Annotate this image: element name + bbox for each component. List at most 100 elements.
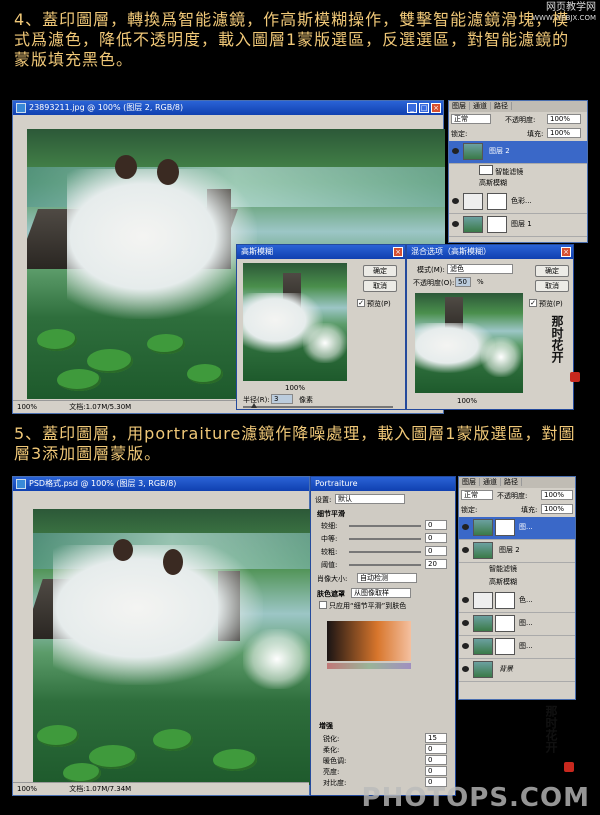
blend-mode-select[interactable]: 正常 bbox=[461, 490, 493, 500]
document-titlebar[interactable]: PSD格式.psd @ 100% (图层 3, RGB/8) bbox=[13, 477, 309, 491]
visibility-eye-icon[interactable] bbox=[452, 221, 459, 227]
layers-panel-tabs[interactable]: 图层 通道 路径 bbox=[459, 477, 575, 488]
portrait-size-select[interactable]: 自动检测 bbox=[357, 573, 417, 583]
ok-button[interactable]: 确定 bbox=[363, 265, 397, 277]
radius-unit: 像素 bbox=[299, 396, 313, 404]
large-input[interactable]: 0 bbox=[425, 546, 447, 556]
visibility-eye-icon[interactable] bbox=[452, 148, 459, 154]
opacity-input[interactable]: 100% bbox=[547, 114, 581, 124]
layer-row[interactable]: 图... bbox=[459, 613, 575, 636]
preview-zoom: 100% bbox=[457, 397, 478, 405]
close-button[interactable]: × bbox=[393, 247, 403, 257]
tab-channels[interactable]: 通道 bbox=[470, 102, 491, 110]
threshold-input[interactable]: 20 bbox=[425, 559, 447, 569]
tab-layers[interactable]: 图层 bbox=[449, 102, 470, 110]
medium-slider[interactable] bbox=[349, 538, 421, 540]
gaussian-blur-titlebar[interactable]: 高斯模糊 × bbox=[237, 245, 405, 259]
preview-checkbox[interactable]: ✓ bbox=[357, 299, 365, 307]
smart-filters-row[interactable]: 智能滤镜 bbox=[459, 563, 575, 575]
layer-row[interactable]: 图层 1 bbox=[449, 214, 587, 237]
opacity-input[interactable]: 50 bbox=[455, 277, 471, 287]
layer-row[interactable]: 图层 2 bbox=[449, 141, 587, 164]
tab-channels[interactable]: 通道 bbox=[480, 478, 501, 486]
mode-label: 模式(M): bbox=[417, 266, 445, 274]
skin-color-field[interactable] bbox=[327, 621, 411, 661]
layers-panel-tabs[interactable]: 图层 通道 路径 bbox=[449, 101, 587, 112]
gaussian-blur-filter-row[interactable]: 高斯模糊 bbox=[459, 576, 575, 588]
document-title: 23893211.jpg @ 100% (图层 2, RGB/8) bbox=[29, 103, 184, 112]
threshold-slider[interactable] bbox=[349, 564, 421, 566]
preview-zoom: 100% bbox=[285, 384, 306, 392]
gaussian-blur-dialog[interactable]: 高斯模糊 × 确定 取消 ✓ 预览(P) 100% 半径(R): 3 像素 bbox=[236, 244, 406, 410]
layer-name: 图... bbox=[519, 523, 533, 531]
radius-input[interactable]: 3 bbox=[271, 394, 293, 404]
fill-input[interactable]: 100% bbox=[547, 128, 581, 138]
fill-input[interactable]: 100% bbox=[541, 504, 573, 514]
zoom-level[interactable]: 100% bbox=[17, 785, 37, 793]
portraiture-titlebar[interactable]: Portraiture bbox=[311, 477, 455, 491]
minimize-button[interactable]: _ bbox=[407, 103, 417, 113]
layer-row[interactable]: 色... bbox=[459, 590, 575, 613]
smart-filters-row[interactable]: 智能滤镜 bbox=[449, 164, 587, 176]
radius-slider[interactable] bbox=[243, 406, 393, 408]
radius-slider-knob[interactable] bbox=[251, 403, 257, 408]
threshold-label: 阈值: bbox=[321, 561, 338, 569]
opacity-label: 不透明度(O): bbox=[413, 279, 455, 287]
step5-document-window[interactable]: PSD格式.psd @ 100% (图层 3, RGB/8) 100% 文档:1… bbox=[12, 476, 311, 796]
blending-preview[interactable] bbox=[415, 293, 523, 393]
opacity-input[interactable]: 100% bbox=[541, 490, 573, 500]
visibility-eye-icon[interactable] bbox=[462, 524, 469, 530]
zoom-level[interactable]: 100% bbox=[17, 403, 37, 411]
skin-only-checkbox[interactable] bbox=[319, 601, 327, 609]
fine-input[interactable]: 0 bbox=[425, 520, 447, 530]
maximize-button[interactable]: □ bbox=[419, 103, 429, 113]
blending-options-title: 混合选项（高斯模糊） bbox=[411, 247, 491, 256]
document-titlebar[interactable]: 23893211.jpg @ 100% (图层 2, RGB/8) _ □ × bbox=[13, 101, 443, 115]
blending-options-dialog[interactable]: 混合选项（高斯模糊） × 模式(M): 滤色 不透明度(O): 50 % 确定 … bbox=[406, 244, 574, 410]
visibility-eye-icon[interactable] bbox=[462, 620, 469, 626]
sharpen-input[interactable]: 15 bbox=[425, 733, 447, 743]
cancel-button[interactable]: 取消 bbox=[363, 280, 397, 292]
warmth-input[interactable]: 0 bbox=[425, 755, 447, 765]
gaussian-blur-filter-row[interactable]: 高斯模糊 bbox=[449, 177, 587, 189]
close-button[interactable]: × bbox=[561, 247, 571, 257]
skin-mask-preset[interactable]: 从图像取样 bbox=[351, 588, 411, 598]
step5-layers-panel[interactable]: 图层 通道 路径 正常 不透明度: 100% 锁定: 填充: 100% 图... 图… bbox=[458, 476, 576, 700]
large-slider[interactable] bbox=[349, 551, 421, 553]
portraiture-dialog[interactable]: Portraiture 设置: 默认 细节平滑 较细: 0 中等: 0 较粗: … bbox=[310, 476, 456, 796]
canvas-photo[interactable] bbox=[33, 509, 311, 785]
layer-row[interactable]: 色彩... bbox=[449, 191, 587, 214]
layer-row[interactable]: 背景 bbox=[459, 659, 575, 682]
close-button[interactable]: × bbox=[431, 103, 441, 113]
layer-row[interactable]: 图... bbox=[459, 517, 575, 540]
preset-select[interactable]: 默认 bbox=[335, 494, 405, 504]
step4-layers-panel[interactable]: 图层 通道 路径 正常 不透明度: 100% 锁定: 填充: 100% 图层 2 智… bbox=[448, 100, 588, 243]
preview-checkbox[interactable]: ✓ bbox=[529, 299, 537, 307]
soften-input[interactable]: 0 bbox=[425, 744, 447, 754]
blend-mode-select[interactable]: 正常 bbox=[451, 114, 491, 124]
layer-row[interactable]: 图... bbox=[459, 636, 575, 659]
visibility-eye-icon[interactable] bbox=[462, 666, 469, 672]
visibility-eye-icon[interactable] bbox=[462, 597, 469, 603]
hue-bar[interactable] bbox=[327, 663, 411, 669]
tab-paths[interactable]: 路径 bbox=[501, 478, 522, 486]
tab-paths[interactable]: 路径 bbox=[491, 102, 512, 110]
preview-label: 预览(P) bbox=[539, 300, 563, 308]
blending-options-titlebar[interactable]: 混合选项（高斯模糊） × bbox=[407, 245, 573, 259]
mode-select[interactable]: 滤色 bbox=[447, 264, 513, 274]
visibility-eye-icon[interactable] bbox=[462, 547, 469, 553]
layer-mask-thumbnail bbox=[495, 638, 515, 655]
ok-button[interactable]: 确定 bbox=[535, 265, 569, 277]
fine-slider[interactable] bbox=[349, 525, 421, 527]
medium-input[interactable]: 0 bbox=[425, 533, 447, 543]
calligraphy-logo: 那时花开 bbox=[550, 315, 564, 363]
cancel-button[interactable]: 取消 bbox=[535, 280, 569, 292]
warmth-label: 暖色调: bbox=[323, 757, 347, 765]
brightness-input[interactable]: 0 bbox=[425, 766, 447, 776]
visibility-eye-icon[interactable] bbox=[452, 198, 459, 204]
layer-thumbnail bbox=[473, 519, 493, 536]
gaussian-blur-preview[interactable] bbox=[243, 263, 347, 381]
layer-row[interactable]: 图层 2 bbox=[459, 540, 575, 563]
tab-layers[interactable]: 图层 bbox=[459, 478, 480, 486]
visibility-eye-icon[interactable] bbox=[462, 643, 469, 649]
